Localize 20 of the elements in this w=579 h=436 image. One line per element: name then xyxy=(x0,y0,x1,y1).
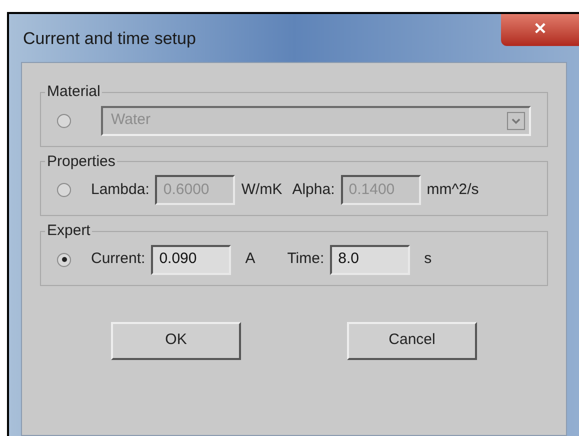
unit-label: A xyxy=(245,249,256,270)
group-title: Properties xyxy=(46,152,116,172)
window-title: Current and time setup xyxy=(23,28,197,50)
radio-button[interactable] xyxy=(57,183,71,197)
dialog-button[interactable]: Cancel xyxy=(347,322,477,360)
input-field[interactable]: 8.0 xyxy=(330,244,410,274)
field-label: Alpha: xyxy=(292,180,335,200)
radio-button[interactable] xyxy=(57,114,71,128)
field-label: Current: xyxy=(91,249,146,270)
group-title: Material xyxy=(46,82,102,102)
radio-button[interactable] xyxy=(57,252,71,266)
unit-label: mm^2/s xyxy=(426,180,479,200)
field-label: Lambda: xyxy=(91,180,150,200)
group-title: Expert xyxy=(46,221,92,241)
dialog-button[interactable]: OK xyxy=(111,322,241,360)
close-button[interactable]: ✕ xyxy=(501,14,579,46)
unit-label: s xyxy=(424,249,432,270)
input-field[interactable]: 0.090 xyxy=(151,244,232,274)
field-label: Time: xyxy=(287,249,324,270)
unit-label: W/mK xyxy=(241,180,282,200)
